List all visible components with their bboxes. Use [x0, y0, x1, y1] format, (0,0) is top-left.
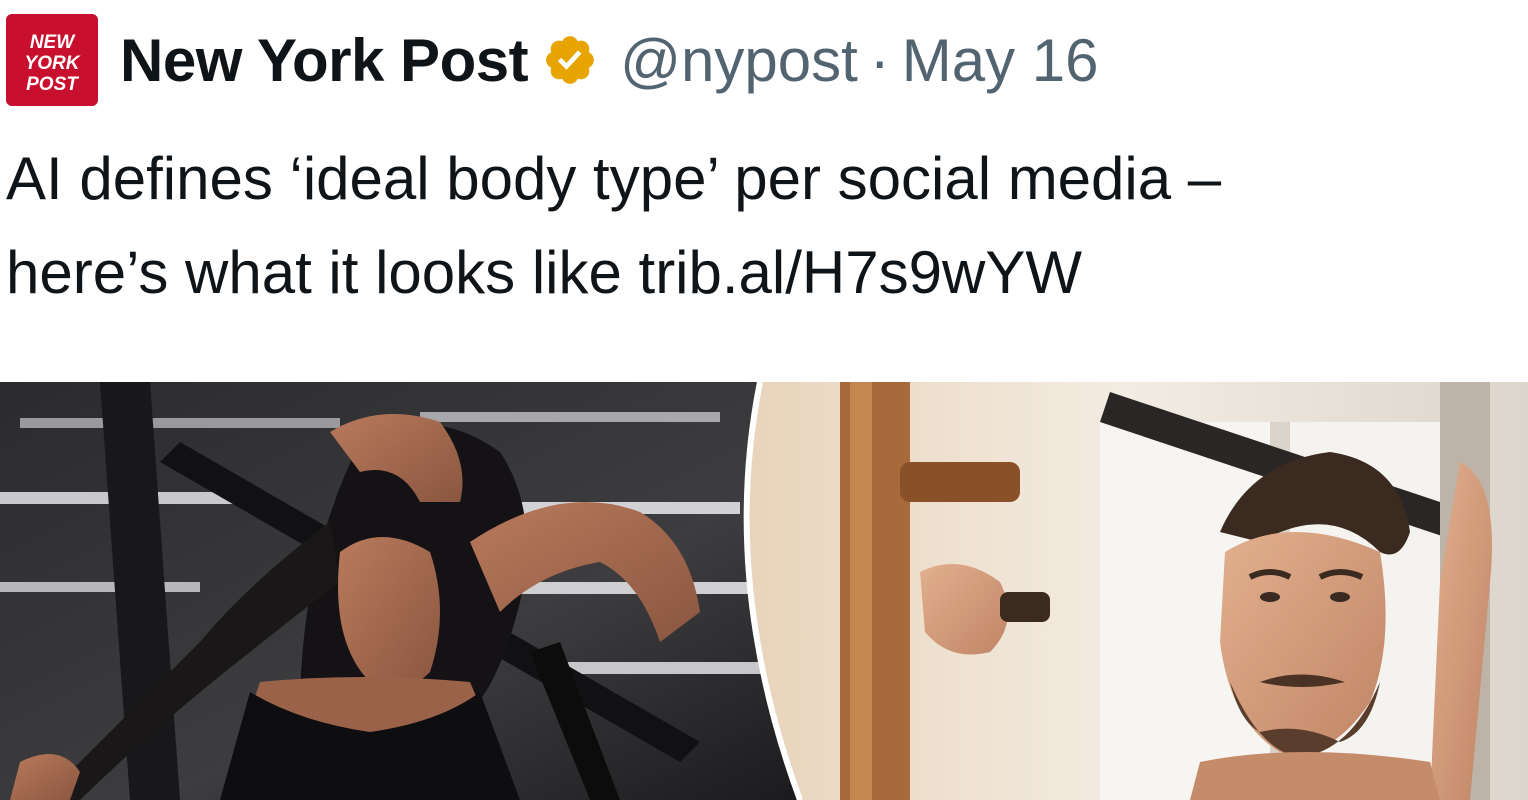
tweet-media[interactable]: [0, 382, 1528, 800]
tweet-text: AI defines ‘ideal body type’ per social …: [6, 132, 1516, 320]
separator-dot: ·: [869, 26, 890, 94]
tweet-link[interactable]: trib.al/H7s9wYW: [639, 239, 1082, 306]
logo-line-2: YORK: [25, 53, 81, 74]
author-handle[interactable]: @nypost: [620, 26, 858, 95]
verified-badge-icon[interactable]: [542, 32, 598, 88]
tweet-header: NEW YORK POST New York Post @nypost · Ma…: [6, 14, 1099, 106]
tweet-text-line-2: here’s what it looks like trib.al/H7s9wY…: [6, 226, 1516, 320]
tweet-date[interactable]: May 16: [902, 26, 1099, 95]
author-name[interactable]: New York Post: [120, 26, 529, 95]
woman-in-gym-photo: [0, 382, 800, 800]
avatar[interactable]: NEW YORK POST: [6, 14, 98, 106]
tweet-text-line-2-text: here’s what it looks like: [6, 239, 639, 306]
tweet-card[interactable]: NEW YORK POST New York Post @nypost · Ma…: [0, 0, 1528, 800]
tweet-text-line-1: AI defines ‘ideal body type’ per social …: [6, 145, 1222, 212]
logo-line-1: NEW: [30, 32, 76, 53]
logo-line-3: POST: [26, 74, 79, 95]
man-in-gym-photo: [746, 382, 1528, 800]
nypost-logo-icon: NEW YORK POST: [25, 32, 81, 95]
